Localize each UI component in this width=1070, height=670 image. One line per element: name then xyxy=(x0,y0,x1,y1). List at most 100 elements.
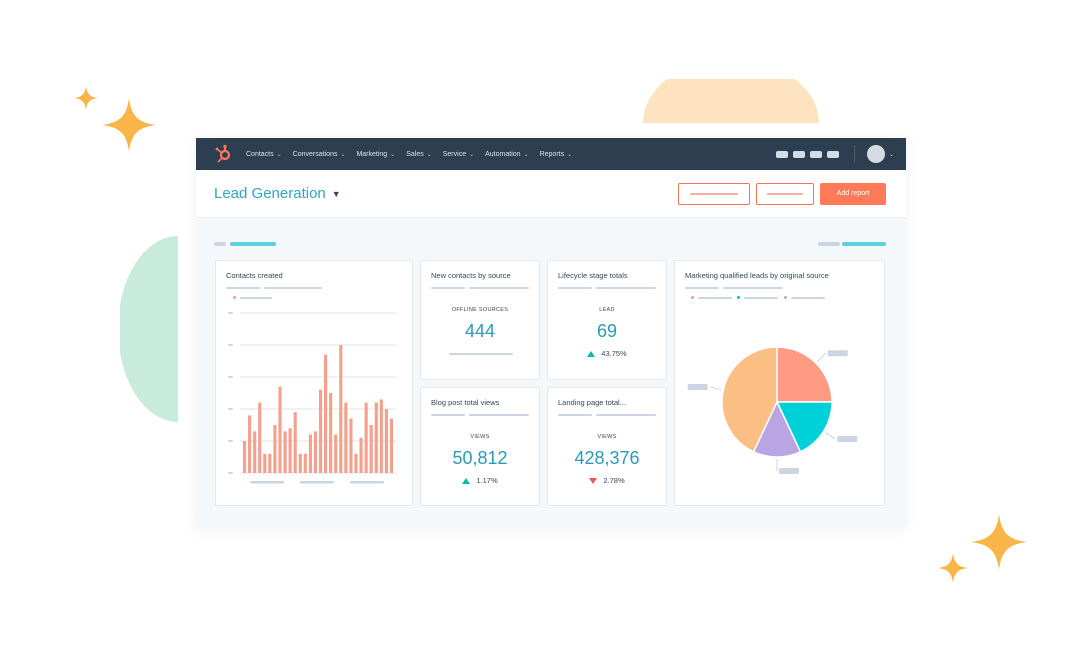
bar xyxy=(303,453,307,473)
bar xyxy=(349,418,353,473)
metric-value: 69 xyxy=(596,321,618,341)
bar xyxy=(359,437,363,473)
pie-label-placeholder xyxy=(687,383,708,390)
bar xyxy=(268,453,272,473)
nav-sales[interactable]: Sales ⌄ xyxy=(406,151,432,158)
y-tick-label-placeholder xyxy=(228,344,233,346)
bar xyxy=(344,402,348,473)
metric-label: LEAD xyxy=(599,307,615,313)
subtitle-placeholder xyxy=(685,287,719,289)
card-title: Lifecycle stage totals xyxy=(558,271,628,280)
nav-automation[interactable]: Automation ⌄ xyxy=(485,151,528,158)
subtitle-placeholder xyxy=(596,287,656,289)
large-sparkle-icon xyxy=(102,98,156,152)
pie-label-placeholder xyxy=(779,468,799,474)
page-title[interactable]: Lead Generation xyxy=(214,185,326,202)
button-label-placeholder xyxy=(767,192,803,195)
nav-marketing[interactable]: Marketing ⌄ xyxy=(356,151,395,158)
filter-placeholder[interactable] xyxy=(818,242,840,246)
help-icon[interactable] xyxy=(792,150,805,158)
dashboard-header: Lead Generation ▼ Add report xyxy=(196,170,906,218)
y-tick-label-placeholder xyxy=(228,312,233,314)
contacts-bar-chart xyxy=(228,312,396,484)
chevron-down-icon: ⌄ xyxy=(469,151,475,158)
notifications-icon[interactable] xyxy=(826,150,839,158)
avatar[interactable] xyxy=(866,145,885,163)
bar xyxy=(273,425,277,473)
share-button[interactable] xyxy=(756,182,814,205)
metric-value: 50,812 xyxy=(452,448,508,468)
legend-placeholder xyxy=(791,297,825,299)
metric-value: 428,376 xyxy=(574,448,640,468)
x-tick-label-placeholder xyxy=(350,481,384,484)
card-title: New contacts by source xyxy=(431,271,511,280)
new-contacts-card[interactable]: New contacts by source OFFLINE SOURCES 4… xyxy=(420,260,540,380)
blog-views-card[interactable]: Blog post total views VIEWS 50,812 1.17% xyxy=(420,387,540,506)
header-actions: Add report xyxy=(672,182,886,205)
bar xyxy=(324,354,328,473)
filter-placeholder[interactable] xyxy=(214,242,226,246)
nav-conversations[interactable]: Conversations ⌄ xyxy=(293,151,346,158)
pie-label-placeholder xyxy=(837,435,858,442)
card-title: Blog post total views xyxy=(431,398,500,407)
contacts-created-card[interactable]: Contacts created xyxy=(215,260,413,506)
marketplace-icon[interactable] xyxy=(775,150,788,158)
mql-by-source-card[interactable]: Marketing qualified leads by original so… xyxy=(674,260,885,506)
metric-value: 444 xyxy=(464,321,496,341)
settings-icon[interactable] xyxy=(809,150,822,158)
bar xyxy=(374,402,378,473)
chevron-down-icon[interactable]: ⌄ xyxy=(889,151,894,158)
y-tick-label-placeholder xyxy=(228,408,233,410)
metric-change: 2.78% xyxy=(548,476,666,485)
subtitle-placeholder xyxy=(596,414,656,416)
top-navigation: Contacts ⌄ Conversations ⌄ Marketing ⌄ Sale… xyxy=(196,138,906,170)
subtitle-placeholder xyxy=(431,414,465,416)
chevron-down-icon: ⌄ xyxy=(523,151,529,158)
nav-service[interactable]: Service ⌄ xyxy=(443,151,474,158)
bar xyxy=(354,453,358,473)
trend-down-icon xyxy=(589,478,598,484)
chevron-down-icon: ⌄ xyxy=(390,151,396,158)
nav-reports[interactable]: Reports ⌄ xyxy=(540,151,573,158)
subtitle-placeholder xyxy=(469,414,529,416)
landing-page-views-card[interactable]: Landing page total... VIEWS 428,376 2.78… xyxy=(547,387,667,506)
hubspot-logo-icon[interactable] xyxy=(214,144,234,164)
legend-dot xyxy=(233,296,236,299)
small-sparkle-icon xyxy=(938,553,968,583)
metric-label: VIEWS xyxy=(470,434,490,440)
legend-placeholder xyxy=(744,297,778,299)
bar xyxy=(263,453,267,473)
filter-placeholder[interactable] xyxy=(230,242,276,246)
nav-utilities: ⌄ xyxy=(771,145,894,163)
pie-leader-line xyxy=(824,432,836,440)
bar xyxy=(242,441,247,473)
bar xyxy=(248,415,252,473)
chevron-down-icon: ⌄ xyxy=(276,151,282,158)
nav-contacts[interactable]: Contacts ⌄ xyxy=(246,151,282,158)
legend-dot xyxy=(691,296,694,299)
card-title: Landing page total... xyxy=(558,398,626,407)
bar xyxy=(278,386,282,473)
bar xyxy=(389,418,394,473)
add-report-button[interactable]: Add report xyxy=(820,182,886,205)
actions-button[interactable] xyxy=(678,182,750,205)
x-tick-label-placeholder xyxy=(300,481,334,484)
lifecycle-stage-card[interactable]: Lifecycle stage totals LEAD 69 43.75% xyxy=(547,260,667,380)
bar xyxy=(369,425,373,473)
chevron-down-icon: ⌄ xyxy=(567,151,573,158)
filter-row xyxy=(214,242,886,248)
filter-placeholder[interactable] xyxy=(842,242,886,246)
bar xyxy=(384,409,388,473)
peach-semicircle-shape xyxy=(643,79,819,123)
metric-change: 43.75% xyxy=(548,349,666,358)
dashboard-window: Contacts ⌄ Conversations ⌄ Marketing ⌄ Sale… xyxy=(196,138,906,528)
subtitle-placeholder xyxy=(469,287,529,289)
small-sparkle-icon xyxy=(74,86,98,110)
caret-down-icon[interactable]: ▼ xyxy=(332,189,341,199)
bar xyxy=(308,434,312,473)
nav-divider xyxy=(853,145,855,163)
bar xyxy=(379,399,383,473)
bar xyxy=(253,431,257,473)
legend-dot xyxy=(784,296,787,299)
bar xyxy=(298,453,302,473)
